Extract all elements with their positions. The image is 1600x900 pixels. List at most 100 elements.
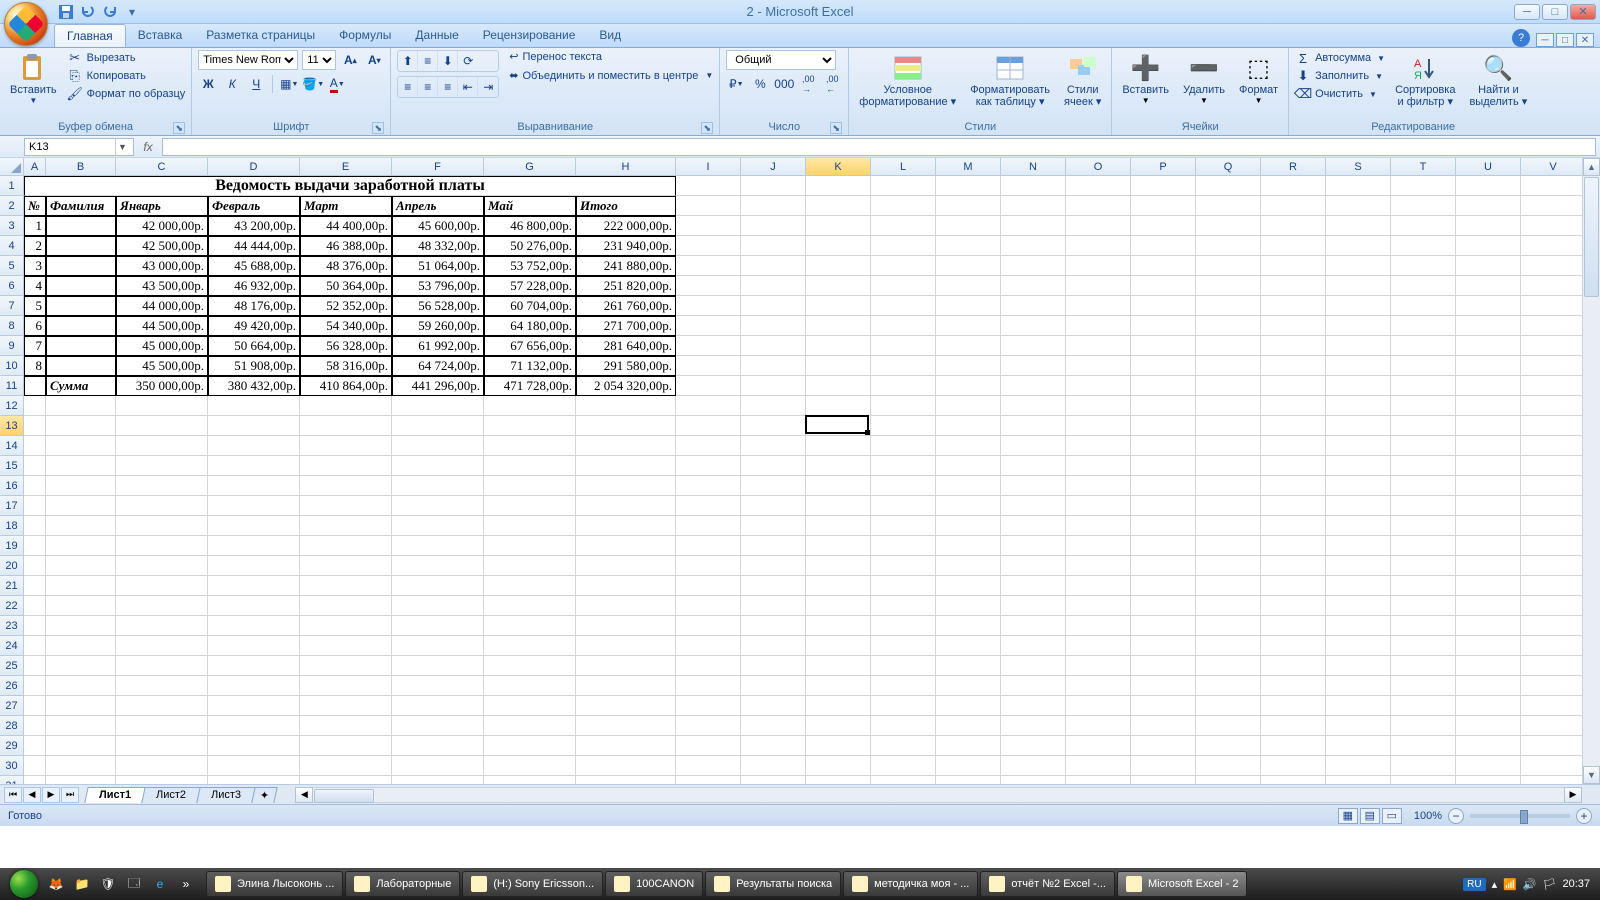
cell[interactable] [1326, 536, 1391, 556]
cell[interactable] [936, 376, 1001, 396]
cell[interactable] [1001, 736, 1066, 756]
cell[interactable] [741, 396, 806, 416]
cell[interactable] [300, 416, 392, 436]
cell[interactable] [741, 736, 806, 756]
cell[interactable] [1196, 556, 1261, 576]
pinned-more-icon[interactable]: » [174, 872, 198, 896]
cell[interactable] [1066, 336, 1131, 356]
cell[interactable] [1456, 216, 1521, 236]
cell[interactable] [676, 336, 741, 356]
cell[interactable] [484, 476, 576, 496]
view-page-break-button[interactable]: ▭ [1382, 808, 1402, 824]
cell[interactable] [676, 276, 741, 296]
cell[interactable] [116, 416, 208, 436]
scroll-left-icon[interactable]: ◀ [295, 787, 313, 803]
column-header[interactable]: M [936, 158, 1001, 176]
currency-button[interactable]: ₽▼ [726, 74, 746, 94]
cell[interactable] [676, 196, 741, 216]
cell[interactable] [1326, 776, 1391, 784]
cell[interactable] [484, 716, 576, 736]
cell[interactable] [1391, 736, 1456, 756]
cell[interactable] [1196, 656, 1261, 676]
cell[interactable] [1001, 396, 1066, 416]
cell[interactable] [676, 256, 741, 276]
cell[interactable] [806, 316, 871, 336]
cell[interactable] [576, 636, 676, 656]
cell[interactable]: 4 [24, 276, 46, 296]
cell[interactable] [871, 476, 936, 496]
zoom-in-button[interactable]: + [1576, 808, 1592, 824]
cell[interactable] [484, 636, 576, 656]
cell[interactable]: 67 656,00р. [484, 336, 576, 356]
cell[interactable] [1261, 676, 1326, 696]
cell[interactable] [741, 456, 806, 476]
cell[interactable] [1066, 396, 1131, 416]
cell[interactable] [1391, 256, 1456, 276]
vscroll-thumb[interactable] [1584, 177, 1599, 297]
column-header[interactable]: G [484, 158, 576, 176]
cell[interactable] [871, 456, 936, 476]
cell[interactable] [741, 276, 806, 296]
cell[interactable] [1326, 656, 1391, 676]
cell[interactable]: 380 432,00р. [208, 376, 300, 396]
cell[interactable] [676, 456, 741, 476]
cell[interactable] [1521, 336, 1586, 356]
cell[interactable]: 61 992,00р. [392, 336, 484, 356]
cell[interactable] [1521, 476, 1586, 496]
view-normal-button[interactable]: ▦ [1338, 808, 1358, 824]
cell[interactable] [936, 656, 1001, 676]
cell[interactable] [1196, 496, 1261, 516]
cell[interactable] [1261, 456, 1326, 476]
tray-volume-icon[interactable]: 🔊 [1523, 878, 1537, 891]
cell[interactable] [936, 276, 1001, 296]
cell[interactable] [676, 436, 741, 456]
cell[interactable] [1521, 216, 1586, 236]
underline-button[interactable]: Ч [246, 74, 266, 94]
cell[interactable] [392, 556, 484, 576]
cell[interactable] [1391, 436, 1456, 456]
cell[interactable]: 64 724,00р. [392, 356, 484, 376]
cell[interactable] [208, 516, 300, 536]
cell[interactable] [116, 576, 208, 596]
align-top-button[interactable]: ⬆ [398, 51, 418, 71]
cell[interactable] [1521, 316, 1586, 336]
cell[interactable] [741, 616, 806, 636]
scroll-up-icon[interactable]: ▲ [1583, 158, 1600, 176]
cell[interactable] [936, 216, 1001, 236]
cell[interactable] [676, 516, 741, 536]
cell[interactable] [1326, 616, 1391, 636]
cell[interactable] [1521, 496, 1586, 516]
cell[interactable]: 48 376,00р. [300, 256, 392, 276]
cell[interactable] [576, 676, 676, 696]
cell[interactable] [1521, 256, 1586, 276]
cell[interactable] [936, 756, 1001, 776]
cell[interactable] [1326, 356, 1391, 376]
cell[interactable] [392, 396, 484, 416]
cell[interactable] [1066, 576, 1131, 596]
cell[interactable]: Ведомость выдачи заработной платы [24, 176, 676, 196]
cell[interactable] [1261, 756, 1326, 776]
cell[interactable] [1066, 216, 1131, 236]
column-header[interactable]: T [1391, 158, 1456, 176]
cell[interactable] [806, 356, 871, 376]
cell[interactable] [936, 436, 1001, 456]
row-header[interactable]: 22 [0, 596, 24, 616]
cell[interactable]: 44 000,00р. [116, 296, 208, 316]
cell[interactable] [1326, 596, 1391, 616]
cell[interactable] [1521, 656, 1586, 676]
cell[interactable] [392, 496, 484, 516]
number-format-select[interactable]: Общий [726, 50, 836, 70]
cell[interactable] [936, 456, 1001, 476]
cell[interactable] [1391, 176, 1456, 196]
cell[interactable] [576, 736, 676, 756]
comma-button[interactable]: 000 [774, 74, 794, 94]
sort-filter-button[interactable]: AЯСортировкаи фильтр ▾ [1391, 50, 1459, 110]
cell[interactable] [1131, 476, 1196, 496]
row-header[interactable]: 31 [0, 776, 24, 784]
cell[interactable] [1196, 536, 1261, 556]
row-header[interactable]: 13 [0, 416, 24, 436]
cell[interactable] [1456, 236, 1521, 256]
cell[interactable]: 241 880,00р. [576, 256, 676, 276]
cell[interactable] [1001, 656, 1066, 676]
cell[interactable] [1001, 376, 1066, 396]
